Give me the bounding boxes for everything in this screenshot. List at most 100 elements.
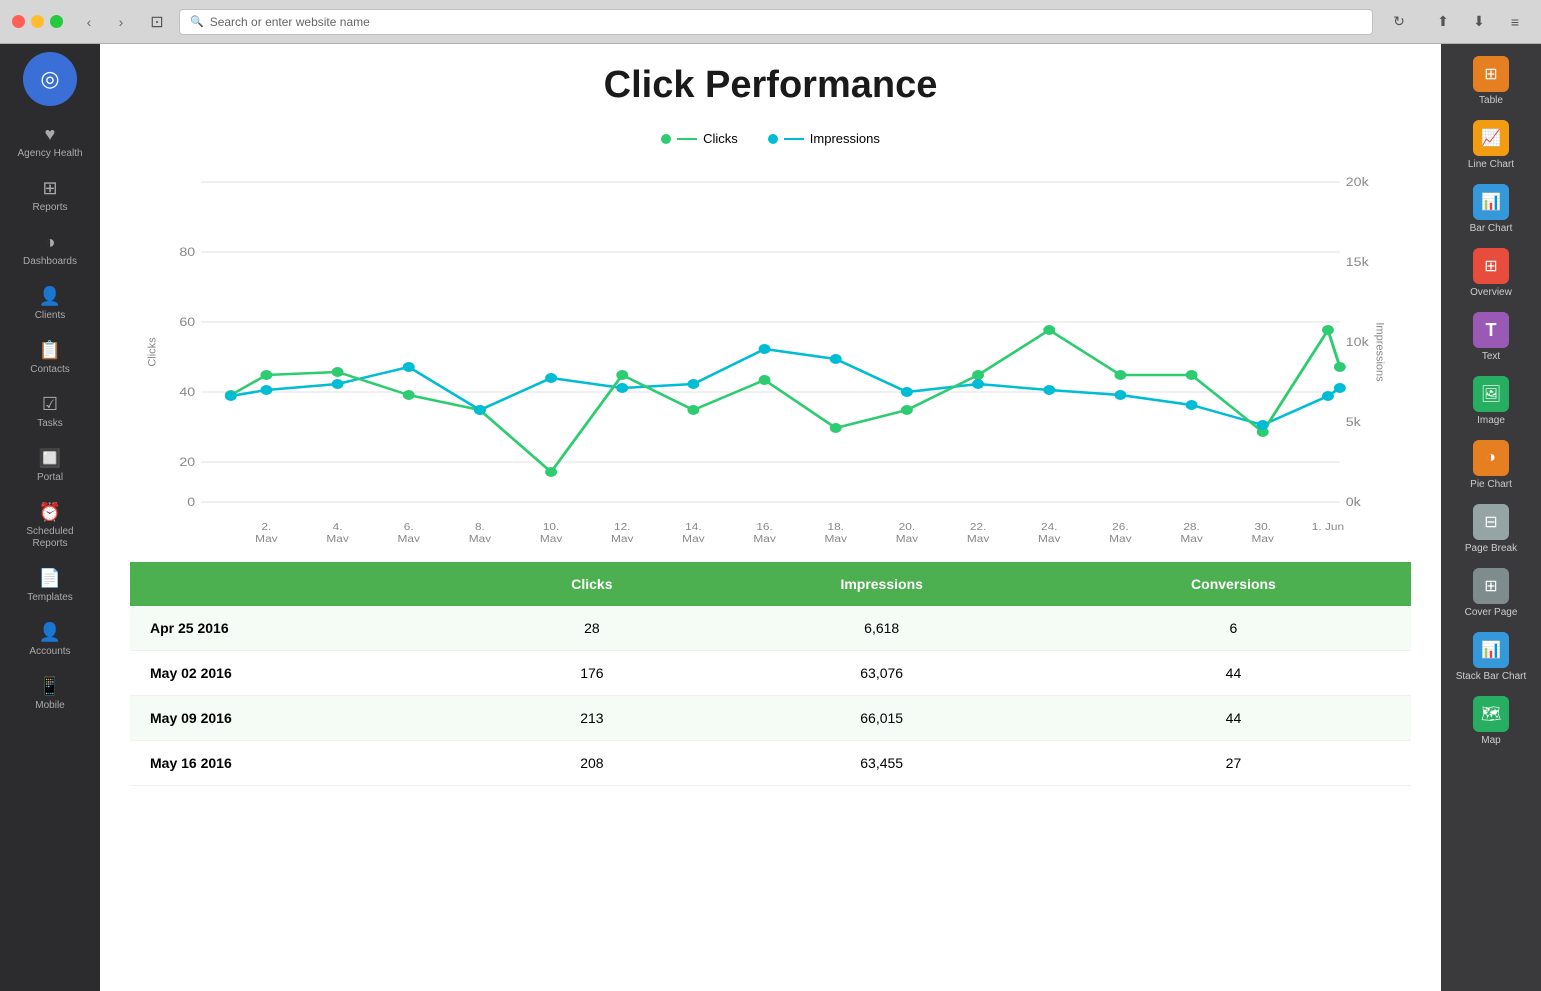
right-panel-text[interactable]: T Text bbox=[1469, 308, 1513, 366]
sidebar-item-clients[interactable]: 👤 Clients bbox=[5, 278, 95, 330]
right-panel-map[interactable]: 🗺 Map bbox=[1469, 692, 1513, 750]
browser-chrome: ‹ › ⊡ 🔍 Search or enter website name ↻ ⬆… bbox=[0, 0, 1541, 44]
chart-svg: 0 20 40 60 80 0k 5k 10k 15k 20k 2. May 4… bbox=[130, 162, 1411, 542]
url-bar[interactable]: 🔍 Search or enter website name bbox=[179, 9, 1373, 35]
right-panel-map-label: Map bbox=[1481, 735, 1500, 746]
table-cell-clicks: 213 bbox=[476, 696, 707, 741]
share-button[interactable]: ⬆ bbox=[1429, 10, 1457, 34]
right-panel-overview[interactable]: ⊞ Overview bbox=[1466, 244, 1516, 302]
right-panel-image[interactable]: 🖼 Image bbox=[1469, 372, 1513, 430]
map-icon: 🗺 bbox=[1473, 696, 1509, 732]
sidebar-item-agency-health[interactable]: ♥ Agency Health bbox=[5, 116, 95, 168]
right-panel-page-break[interactable]: ⊟ Page Break bbox=[1461, 500, 1521, 558]
table-header-clicks: Clicks bbox=[476, 562, 707, 606]
svg-text:5k: 5k bbox=[1346, 415, 1361, 429]
right-panel-page-break-label: Page Break bbox=[1465, 543, 1517, 554]
svg-text:12.: 12. bbox=[614, 522, 630, 533]
svg-text:May: May bbox=[326, 534, 349, 542]
accounts-icon: 👤 bbox=[39, 622, 61, 643]
table-cell-date: May 09 2016 bbox=[130, 696, 476, 741]
close-button[interactable] bbox=[12, 15, 25, 28]
sidebar-item-templates[interactable]: 📄 Templates bbox=[5, 560, 95, 612]
sidebar-item-mobile[interactable]: 📱 Mobile bbox=[5, 668, 95, 720]
scheduled-reports-icon: ⏰ bbox=[39, 502, 61, 523]
svg-text:15k: 15k bbox=[1346, 255, 1369, 269]
page-title: Click Performance bbox=[130, 64, 1411, 107]
svg-text:8.: 8. bbox=[475, 522, 485, 533]
right-panel-overview-label: Overview bbox=[1470, 287, 1512, 298]
sidebar-item-accounts[interactable]: 👤 Accounts bbox=[5, 614, 95, 666]
pie-chart-icon: ◑ bbox=[1473, 440, 1509, 476]
table-cell-conversions: 6 bbox=[1056, 606, 1411, 651]
svg-text:30.: 30. bbox=[1254, 522, 1270, 533]
templates-icon: 📄 bbox=[39, 568, 61, 589]
data-table: Clicks Impressions Conversions Apr 25 20… bbox=[130, 562, 1411, 786]
right-panel-bar-chart-label: Bar Chart bbox=[1470, 223, 1513, 234]
cover-page-icon: ⊞ bbox=[1473, 568, 1509, 604]
table-cell-clicks: 28 bbox=[476, 606, 707, 651]
right-panel-table[interactable]: ⊞ Table bbox=[1469, 52, 1513, 110]
svg-text:May: May bbox=[540, 534, 563, 542]
sidebar-item-label: Mobile bbox=[35, 700, 64, 712]
table-row: Apr 25 2016 28 6,618 6 bbox=[130, 606, 1411, 651]
legend-clicks: Clicks bbox=[661, 131, 738, 146]
sidebar-item-label: Clients bbox=[35, 310, 66, 322]
sidebar-item-label: Contacts bbox=[30, 364, 69, 376]
impressions-legend-line bbox=[784, 138, 804, 140]
dashboards-icon: ◑ bbox=[45, 232, 56, 253]
table-cell-impressions: 6,618 bbox=[707, 606, 1055, 651]
sidebar-item-tasks[interactable]: ☑ Tasks bbox=[5, 386, 95, 438]
sidebar-logo[interactable]: ◎ bbox=[23, 52, 77, 106]
back-button[interactable]: ‹ bbox=[75, 10, 103, 34]
more-button[interactable]: ≡ bbox=[1501, 10, 1529, 34]
sidebar-item-scheduled-reports[interactable]: ⏰ Scheduled Reports bbox=[5, 494, 95, 558]
table-cell-clicks: 176 bbox=[476, 651, 707, 696]
sidebar-item-reports[interactable]: ⊞ Reports bbox=[5, 170, 95, 222]
sidebar-toggle-button[interactable]: ⊡ bbox=[143, 10, 171, 34]
chart-area: Clicks Impressions 0 20 40 60 80 0k 5k bbox=[130, 162, 1411, 542]
download-button[interactable]: ⬇ bbox=[1465, 10, 1493, 34]
sidebar-item-dashboards[interactable]: ◑ Dashboards bbox=[5, 224, 95, 276]
right-panel-line-chart[interactable]: 📈 Line Chart bbox=[1464, 116, 1518, 174]
right-panel-text-label: Text bbox=[1482, 351, 1500, 362]
sidebar: ◎ ♥ Agency Health ⊞ Reports ◑ Dashboards… bbox=[0, 44, 100, 991]
forward-button[interactable]: › bbox=[107, 10, 135, 34]
svg-text:18.: 18. bbox=[827, 522, 843, 533]
minimize-button[interactable] bbox=[31, 15, 44, 28]
table-cell-impressions: 63,076 bbox=[707, 651, 1055, 696]
svg-text:May: May bbox=[398, 534, 421, 542]
reload-button[interactable]: ↻ bbox=[1385, 10, 1413, 34]
tasks-icon: ☑ bbox=[42, 394, 58, 415]
table-cell-date: May 02 2016 bbox=[130, 651, 476, 696]
right-panel-bar-chart[interactable]: 📊 Bar Chart bbox=[1466, 180, 1517, 238]
table-body: Apr 25 2016 28 6,618 6 May 02 2016 176 6… bbox=[130, 606, 1411, 786]
sidebar-item-portal[interactable]: 🔲 Portal bbox=[5, 440, 95, 492]
svg-text:16.: 16. bbox=[756, 522, 772, 533]
right-panel-pie-chart[interactable]: ◑ Pie Chart bbox=[1466, 436, 1516, 494]
svg-text:20.: 20. bbox=[899, 522, 915, 533]
impressions-legend-dot bbox=[768, 134, 778, 144]
svg-text:24.: 24. bbox=[1041, 522, 1057, 533]
overview-icon: ⊞ bbox=[1473, 248, 1509, 284]
table-cell-impressions: 63,455 bbox=[707, 741, 1055, 786]
sidebar-item-label: Portal bbox=[37, 472, 63, 484]
svg-text:1. Jun: 1. Jun bbox=[1312, 522, 1344, 533]
maximize-button[interactable] bbox=[50, 15, 63, 28]
table-header-row: Clicks Impressions Conversions bbox=[130, 562, 1411, 606]
table-row: May 16 2016 208 63,455 27 bbox=[130, 741, 1411, 786]
right-panel-table-label: Table bbox=[1479, 95, 1503, 106]
svg-text:May: May bbox=[469, 534, 492, 542]
right-panel-line-chart-label: Line Chart bbox=[1468, 159, 1514, 170]
svg-text:May: May bbox=[255, 534, 278, 542]
right-panel-stack-bar-chart[interactable]: 📊 Stack Bar Chart bbox=[1452, 628, 1531, 686]
svg-text:6.: 6. bbox=[404, 522, 414, 533]
reports-icon: ⊞ bbox=[42, 178, 57, 199]
svg-text:28.: 28. bbox=[1183, 522, 1199, 533]
svg-text:May: May bbox=[1180, 534, 1203, 542]
sidebar-item-contacts[interactable]: 📋 Contacts bbox=[5, 332, 95, 384]
heart-icon: ♥ bbox=[45, 124, 56, 145]
svg-text:60: 60 bbox=[179, 315, 195, 329]
svg-text:10k: 10k bbox=[1346, 335, 1369, 349]
nav-buttons: ‹ › bbox=[75, 10, 135, 34]
right-panel-cover-page[interactable]: ⊞ Cover Page bbox=[1461, 564, 1522, 622]
